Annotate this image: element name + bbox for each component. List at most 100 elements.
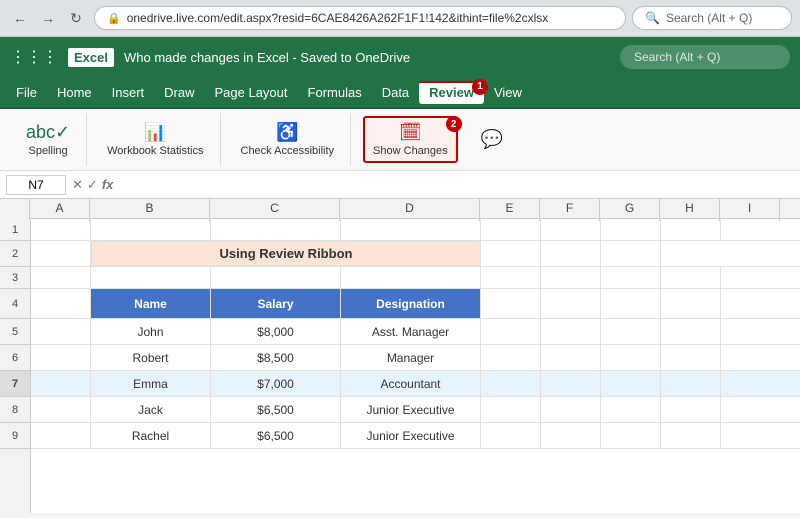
refresh-button[interactable]: ↻ <box>64 6 88 30</box>
cell-g5[interactable] <box>601 319 661 344</box>
cell-e4[interactable] <box>481 289 541 318</box>
cell-b6[interactable]: Robert <box>91 345 211 370</box>
cell-g7[interactable] <box>601 371 661 396</box>
cell-g3[interactable] <box>601 267 661 288</box>
menu-page-layout[interactable]: Page Layout <box>205 81 298 104</box>
cell-c1[interactable] <box>211 219 341 240</box>
address-bar[interactable]: 🔒 onedrive.live.com/edit.aspx?resid=6CAE… <box>94 6 626 30</box>
cell-c9[interactable]: $6,500 <box>211 423 341 448</box>
cell-h5[interactable] <box>661 319 721 344</box>
show-changes-button[interactable]: 🗓 Show Changes <box>363 116 458 163</box>
cell-a1[interactable] <box>31 219 91 240</box>
cell-a6[interactable] <box>31 345 91 370</box>
browser-search-box[interactable]: 🔍 Search (Alt + Q) <box>632 6 792 30</box>
cell-h8[interactable] <box>661 397 721 422</box>
cell-h4[interactable] <box>661 289 721 318</box>
formula-input[interactable] <box>119 178 794 192</box>
cell-g4[interactable] <box>601 289 661 318</box>
cell-b2-merged[interactable]: Using Review Ribbon <box>91 241 481 266</box>
cell-g9[interactable] <box>601 423 661 448</box>
cell-a7[interactable] <box>31 371 91 396</box>
back-button[interactable]: ← <box>8 6 32 30</box>
cell-a5[interactable] <box>31 319 91 344</box>
cell-h6[interactable] <box>661 345 721 370</box>
cell-reference[interactable]: N7 <box>6 175 66 195</box>
cell-b7[interactable]: Emma <box>91 371 211 396</box>
cell-d5[interactable]: Asst. Manager <box>341 319 481 344</box>
menu-draw[interactable]: Draw <box>154 81 204 104</box>
cell-b8[interactable]: Jack <box>91 397 211 422</box>
cell-c7[interactable]: $7,000 <box>211 371 341 396</box>
cell-d6[interactable]: Manager <box>341 345 481 370</box>
cell-a8[interactable] <box>31 397 91 422</box>
check-accessibility-button[interactable]: ♿ Check Accessibility <box>233 118 343 161</box>
cell-h9[interactable] <box>661 423 721 448</box>
waffle-icon[interactable]: ⋮⋮⋮ <box>10 47 58 67</box>
cell-f6[interactable] <box>541 345 601 370</box>
cell-a3[interactable] <box>31 267 91 288</box>
cell-a4[interactable] <box>31 289 91 318</box>
cell-g6[interactable] <box>601 345 661 370</box>
spelling-button[interactable]: abc✓ Spelling <box>18 118 78 161</box>
cell-h3[interactable] <box>661 267 721 288</box>
cell-h1[interactable] <box>661 219 721 240</box>
cell-b9[interactable]: Rachel <box>91 423 211 448</box>
cell-d7[interactable]: Accountant <box>341 371 481 396</box>
cell-c6[interactable]: $8,500 <box>211 345 341 370</box>
cell-g8[interactable] <box>601 397 661 422</box>
menu-insert[interactable]: Insert <box>102 81 155 104</box>
row-header-8[interactable]: 8 <box>0 397 30 423</box>
cell-e2[interactable] <box>481 241 541 266</box>
cancel-formula-icon[interactable]: ✕ <box>72 177 83 193</box>
cell-c4[interactable]: Salary <box>211 289 341 318</box>
title-search-input[interactable] <box>620 45 790 69</box>
menu-file[interactable]: File <box>6 81 47 104</box>
cell-d3[interactable] <box>341 267 481 288</box>
row-header-6[interactable]: 6 <box>0 345 30 371</box>
cell-a9[interactable] <box>31 423 91 448</box>
menu-formulas[interactable]: Formulas <box>298 81 372 104</box>
cell-d9[interactable]: Junior Executive <box>341 423 481 448</box>
row-header-3[interactable]: 3 <box>0 267 30 289</box>
cell-d1[interactable] <box>341 219 481 240</box>
workbook-stats-button[interactable]: 📊 Workbook Statistics <box>99 118 211 161</box>
comment-button[interactable]: 💬 <box>462 125 522 154</box>
cell-d4[interactable]: Designation <box>341 289 481 318</box>
cell-f2[interactable] <box>541 241 601 266</box>
row-header-5[interactable]: 5 <box>0 319 30 345</box>
row-header-2[interactable]: 2 <box>0 241 30 267</box>
menu-home[interactable]: Home <box>47 81 102 104</box>
cell-c5[interactable]: $8,000 <box>211 319 341 344</box>
cell-c3[interactable] <box>211 267 341 288</box>
cell-f7[interactable] <box>541 371 601 396</box>
row-header-9[interactable]: 9 <box>0 423 30 449</box>
menu-view[interactable]: View <box>484 81 532 104</box>
cell-f3[interactable] <box>541 267 601 288</box>
cell-f4[interactable] <box>541 289 601 318</box>
cell-g1[interactable] <box>601 219 661 240</box>
cell-d8[interactable]: Junior Executive <box>341 397 481 422</box>
cell-e9[interactable] <box>481 423 541 448</box>
cell-e6[interactable] <box>481 345 541 370</box>
cell-f1[interactable] <box>541 219 601 240</box>
cell-c8[interactable]: $6,500 <box>211 397 341 422</box>
cell-f5[interactable] <box>541 319 601 344</box>
cell-e1[interactable] <box>481 219 541 240</box>
insert-function-icon[interactable]: fx <box>102 177 114 193</box>
cell-b4[interactable]: Name <box>91 289 211 318</box>
cell-f9[interactable] <box>541 423 601 448</box>
cell-e5[interactable] <box>481 319 541 344</box>
cell-b1[interactable] <box>91 219 211 240</box>
forward-button[interactable]: → <box>36 6 60 30</box>
cell-b3[interactable] <box>91 267 211 288</box>
cell-e7[interactable] <box>481 371 541 396</box>
cell-b5[interactable]: John <box>91 319 211 344</box>
confirm-formula-icon[interactable]: ✓ <box>87 177 98 193</box>
cell-e3[interactable] <box>481 267 541 288</box>
row-header-1[interactable]: 1 <box>0 219 30 241</box>
cell-h7[interactable] <box>661 371 721 396</box>
cell-f8[interactable] <box>541 397 601 422</box>
cell-h2[interactable] <box>601 241 661 266</box>
cell-a2[interactable] <box>31 241 91 266</box>
row-header-4[interactable]: 4 <box>0 289 30 319</box>
